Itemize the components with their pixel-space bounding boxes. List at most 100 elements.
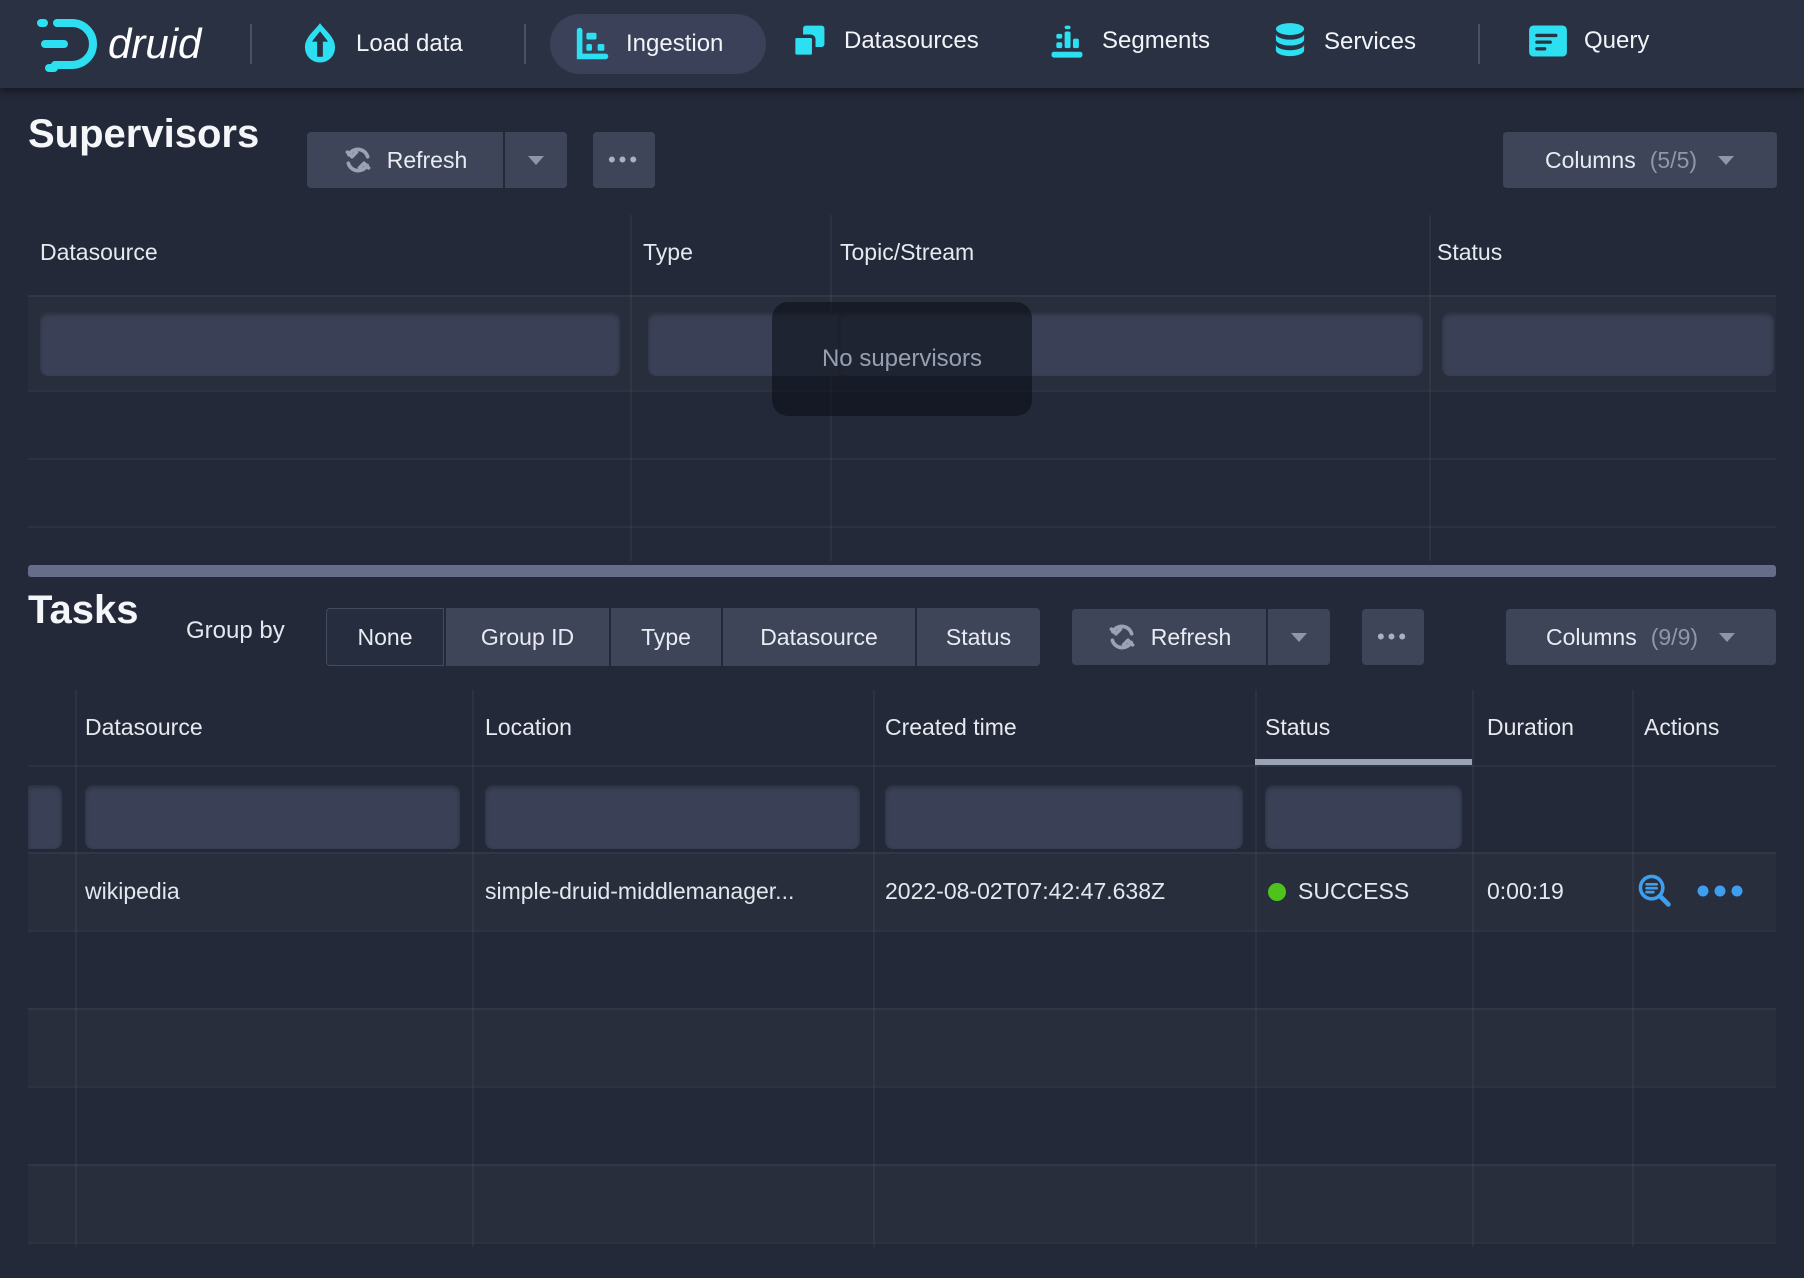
tasks-filter-datasource[interactable] — [85, 785, 460, 849]
tasks-filter-status[interactable] — [1265, 785, 1462, 849]
chevron-down-icon — [1290, 632, 1308, 643]
druid-logo[interactable]: druid — [36, 16, 201, 72]
row-divider — [28, 930, 1776, 932]
status-text: SUCCESS — [1298, 878, 1409, 904]
tasks-header-status[interactable]: Status — [1265, 714, 1330, 741]
refresh-icon — [1107, 622, 1137, 652]
refresh-icon — [343, 145, 373, 175]
tasks-filter-clipped-column[interactable] — [28, 785, 62, 849]
columns-label: Columns — [1546, 624, 1637, 651]
nav-label-ingestion: Ingestion — [626, 30, 723, 58]
group-by-group-id-button[interactable]: Group ID — [446, 608, 609, 666]
task-actions-menu-icon[interactable] — [1696, 884, 1744, 898]
empty-message: No supervisors — [822, 345, 982, 373]
chevron-down-icon — [1718, 632, 1736, 643]
tasks-header-datasource[interactable]: Datasource — [85, 714, 203, 741]
supervisors-filter-datasource[interactable] — [40, 312, 620, 376]
segments-icon — [1048, 22, 1086, 60]
columns-label: Columns — [1545, 147, 1636, 174]
nav-divider — [524, 24, 526, 64]
task-cell-datasource: wikipedia — [85, 878, 180, 905]
nav-item-datasources[interactable]: Datasources — [790, 22, 979, 60]
nav-label-load-data: Load data — [356, 30, 463, 58]
tasks-title: Tasks — [28, 588, 138, 633]
columns-count: (5/5) — [1650, 147, 1697, 174]
tasks-header-location[interactable]: Location — [485, 714, 572, 741]
no-supervisors-overlay: No supervisors — [772, 302, 1032, 416]
nav-item-ingestion[interactable]: Ingestion — [550, 14, 766, 74]
top-navbar: druid Load data — [0, 0, 1804, 88]
task-cell-actions — [1636, 872, 1744, 910]
nav-label-segments: Segments — [1102, 27, 1210, 55]
more-icon: ••• — [608, 149, 640, 171]
tasks-header-created-time[interactable]: Created time — [885, 714, 1017, 741]
logo-wordmark: druid — [108, 20, 201, 68]
supervisors-horizontal-scrollbar[interactable] — [28, 565, 1776, 577]
columns-count: (9/9) — [1651, 624, 1698, 651]
nav-divider — [1478, 24, 1480, 64]
nav-item-query[interactable]: Query — [1528, 24, 1649, 58]
nav-label-services: Services — [1324, 28, 1416, 56]
task-detail-magnifier-icon[interactable] — [1636, 872, 1674, 910]
druid-console: druid Load data — [0, 0, 1804, 1278]
supervisors-header-type[interactable]: Type — [643, 239, 693, 266]
row-divider — [28, 852, 1776, 854]
row-divider — [28, 458, 1776, 460]
group-by-label: Group by — [186, 617, 285, 645]
services-icon — [1272, 22, 1308, 62]
supervisors-refresh-dropdown-button[interactable] — [505, 132, 567, 188]
group-by-status-button[interactable]: Status — [917, 608, 1040, 666]
supervisors-more-button[interactable]: ••• — [593, 132, 655, 188]
group-by-datasource-button[interactable]: Datasource — [723, 608, 915, 666]
tasks-header-duration[interactable]: Duration — [1487, 714, 1574, 741]
refresh-label: Refresh — [387, 147, 468, 174]
tasks-filter-location[interactable] — [485, 785, 860, 849]
supervisors-header-status[interactable]: Status — [1437, 239, 1502, 266]
tasks-filter-created-time[interactable] — [885, 785, 1243, 849]
supervisors-header-topic-stream[interactable]: Topic/Stream — [840, 239, 974, 266]
chevron-down-icon — [1717, 155, 1735, 166]
supervisors-title: Supervisors — [28, 112, 259, 157]
nav-item-segments[interactable]: Segments — [1048, 22, 1210, 60]
table-stripe — [28, 1164, 1776, 1242]
query-icon — [1528, 24, 1568, 58]
nav-label-datasources: Datasources — [844, 27, 979, 55]
row-divider — [28, 1008, 1776, 1010]
tasks-more-button[interactable]: ••• — [1362, 609, 1424, 665]
supervisors-filter-status[interactable] — [1442, 312, 1774, 376]
row-divider — [28, 765, 1776, 767]
nav-divider — [250, 24, 252, 64]
row-divider — [28, 1164, 1776, 1166]
tasks-header-actions[interactable]: Actions — [1644, 714, 1719, 741]
refresh-label: Refresh — [1151, 624, 1232, 651]
status-success-dot-icon — [1268, 883, 1286, 901]
supervisors-columns-button[interactable]: Columns (5/5) — [1503, 132, 1777, 188]
row-divider — [28, 1242, 1776, 1244]
chevron-down-icon — [527, 155, 545, 166]
row-divider — [28, 1086, 1776, 1088]
group-by-none-button[interactable]: None — [326, 608, 444, 666]
column-divider — [1429, 215, 1431, 561]
datasources-icon — [790, 22, 828, 60]
task-cell-status: SUCCESS — [1268, 878, 1409, 905]
tasks-refresh-button[interactable]: Refresh — [1072, 609, 1266, 665]
tasks-refresh-dropdown-button[interactable] — [1268, 609, 1330, 665]
column-divider — [630, 215, 632, 561]
task-cell-created-time: 2022-08-02T07:42:47.638Z — [885, 878, 1165, 905]
tasks-table: Datasource Location Created time Status … — [28, 690, 1776, 1247]
tasks-columns-button[interactable]: Columns (9/9) — [1506, 609, 1776, 665]
supervisors-table: Datasource Type Topic/Stream Status No s… — [28, 215, 1776, 561]
row-divider — [28, 295, 1776, 297]
nav-item-services[interactable]: Services — [1272, 22, 1416, 62]
supervisors-refresh-button[interactable]: Refresh — [307, 132, 503, 188]
supervisors-header-datasource[interactable]: Datasource — [40, 239, 158, 266]
more-icon: ••• — [1377, 626, 1409, 648]
row-divider — [28, 526, 1776, 528]
ingestion-icon — [574, 26, 610, 62]
nav-label-query: Query — [1584, 27, 1649, 55]
druid-logo-icon — [36, 16, 108, 72]
group-by-type-button[interactable]: Type — [611, 608, 721, 666]
load-data-icon — [300, 22, 340, 66]
nav-item-load-data[interactable]: Load data — [300, 22, 463, 66]
task-cell-location: simple-druid-middlemanager... — [485, 878, 794, 905]
